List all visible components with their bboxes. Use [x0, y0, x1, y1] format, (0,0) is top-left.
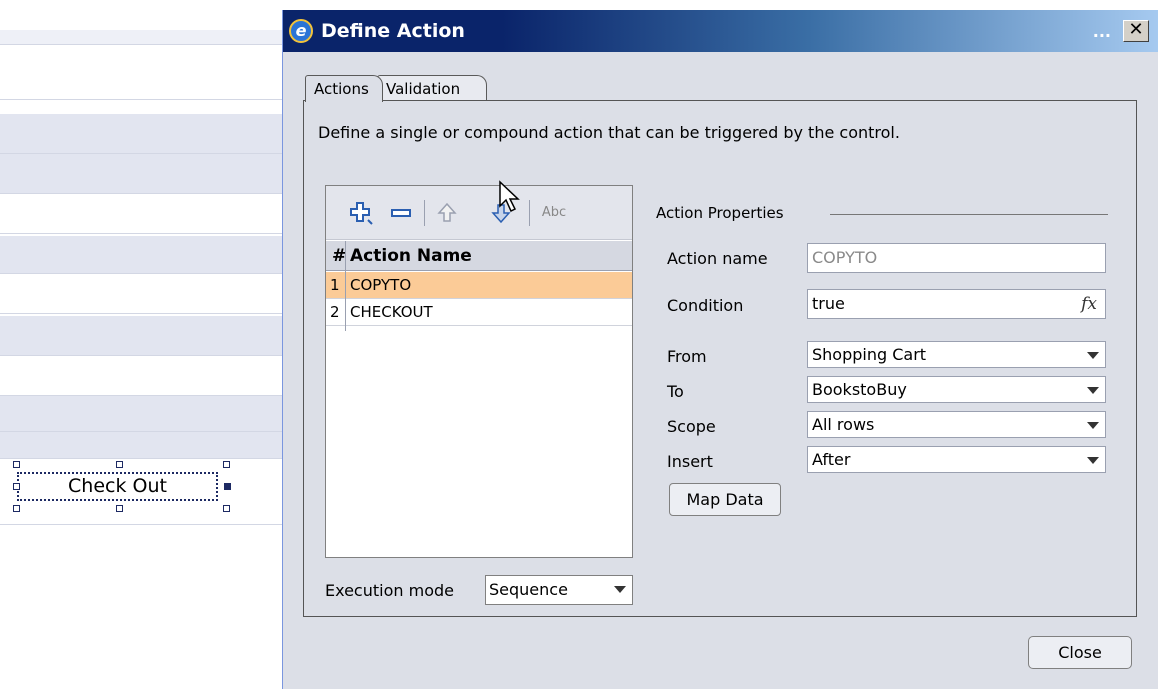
close-icon[interactable]: ✕ [1123, 20, 1149, 42]
actions-list: Abc # Action Name 1 COPYTO 2 CHECKOUT [325, 185, 633, 558]
row-action-name: COPYTO [350, 276, 412, 294]
insert-value: After [812, 450, 851, 469]
add-icon[interactable] [346, 200, 376, 226]
chevron-down-icon [1087, 352, 1099, 359]
panel-description: Define a single or compound action that … [318, 123, 900, 142]
resize-handle[interactable] [116, 505, 123, 512]
resize-handle[interactable] [13, 483, 20, 490]
remove-icon[interactable] [388, 200, 414, 226]
toolbar-separator [424, 200, 425, 226]
toolbar-separator [529, 200, 530, 226]
more-icon[interactable]: ... [1093, 22, 1111, 41]
list-item[interactable]: 1 COPYTO [326, 272, 632, 299]
from-value: Shopping Cart [812, 345, 927, 364]
scope-value: All rows [812, 415, 875, 434]
resize-handle[interactable] [223, 461, 230, 468]
to-label: To [667, 382, 684, 401]
dialog-titlebar[interactable]: e Define Action ... ✕ [283, 10, 1158, 52]
designer-row [0, 316, 282, 356]
to-value: BookstoBuy [812, 380, 907, 399]
from-select[interactable]: Shopping Cart [807, 341, 1106, 368]
row-number: 2 [330, 303, 340, 321]
resize-handle[interactable] [116, 461, 123, 468]
form-designer-canvas: Check Out [0, 0, 282, 689]
resize-handle[interactable] [223, 505, 230, 512]
column-header-action-name[interactable]: Action Name [350, 246, 472, 266]
rename-icon[interactable]: Abc [536, 200, 572, 226]
browser-icon: e [289, 19, 313, 43]
designer-row [0, 274, 282, 314]
designer-row [0, 356, 282, 396]
condition-value: true [812, 294, 845, 313]
designer-row [0, 45, 282, 100]
scope-select[interactable]: All rows [807, 411, 1106, 438]
checkout-button[interactable]: Check Out [17, 472, 218, 501]
properties-title: Action Properties [656, 204, 784, 222]
designer-row [0, 194, 282, 234]
condition-label: Condition [667, 296, 744, 315]
execution-mode-value: Sequence [489, 580, 568, 599]
map-data-button[interactable]: Map Data [669, 483, 781, 516]
tab-validation[interactable]: Validation [377, 75, 487, 101]
to-select[interactable]: BookstoBuy [807, 376, 1106, 403]
from-label: From [667, 347, 707, 366]
designer-row [0, 30, 282, 45]
designer-row [0, 432, 282, 459]
move-up-icon[interactable] [434, 200, 460, 226]
designer-row [0, 114, 282, 154]
execution-mode-select[interactable]: Sequence [485, 575, 633, 605]
row-number: 1 [330, 276, 340, 294]
insert-label: Insert [667, 452, 713, 471]
resize-handle[interactable] [13, 461, 20, 468]
close-button[interactable]: Close [1028, 636, 1132, 669]
row-action-name: CHECKOUT [350, 303, 433, 321]
define-action-dialog: e Define Action ... ✕ Validation Actions… [282, 10, 1158, 689]
function-icon[interactable]: fx [1081, 290, 1097, 318]
chevron-down-icon [1087, 387, 1099, 394]
actions-toolbar: Abc [326, 186, 632, 240]
column-divider [345, 241, 346, 331]
mouse-cursor-icon [498, 180, 522, 218]
chevron-down-icon [1087, 422, 1099, 429]
execution-mode-label: Execution mode [325, 581, 454, 600]
designer-row [0, 236, 282, 274]
list-header: # Action Name [326, 241, 632, 271]
dialog-title: Define Action [321, 20, 465, 42]
properties-divider [830, 214, 1108, 215]
action-name-label: Action name [667, 249, 768, 268]
resize-handle[interactable] [13, 505, 20, 512]
chevron-down-icon [614, 586, 626, 593]
actions-panel: Define a single or compound action that … [303, 100, 1137, 617]
scope-label: Scope [667, 417, 716, 436]
insert-select[interactable]: After [807, 446, 1106, 473]
action-name-field[interactable]: COPYTO [807, 243, 1106, 273]
condition-field[interactable]: true fx [807, 289, 1106, 319]
tab-actions[interactable]: Actions [305, 75, 383, 102]
chevron-down-icon [1087, 457, 1099, 464]
designer-row [0, 396, 282, 432]
designer-row [0, 154, 282, 194]
resize-handle[interactable] [224, 483, 231, 490]
list-item[interactable]: 2 CHECKOUT [326, 299, 632, 326]
